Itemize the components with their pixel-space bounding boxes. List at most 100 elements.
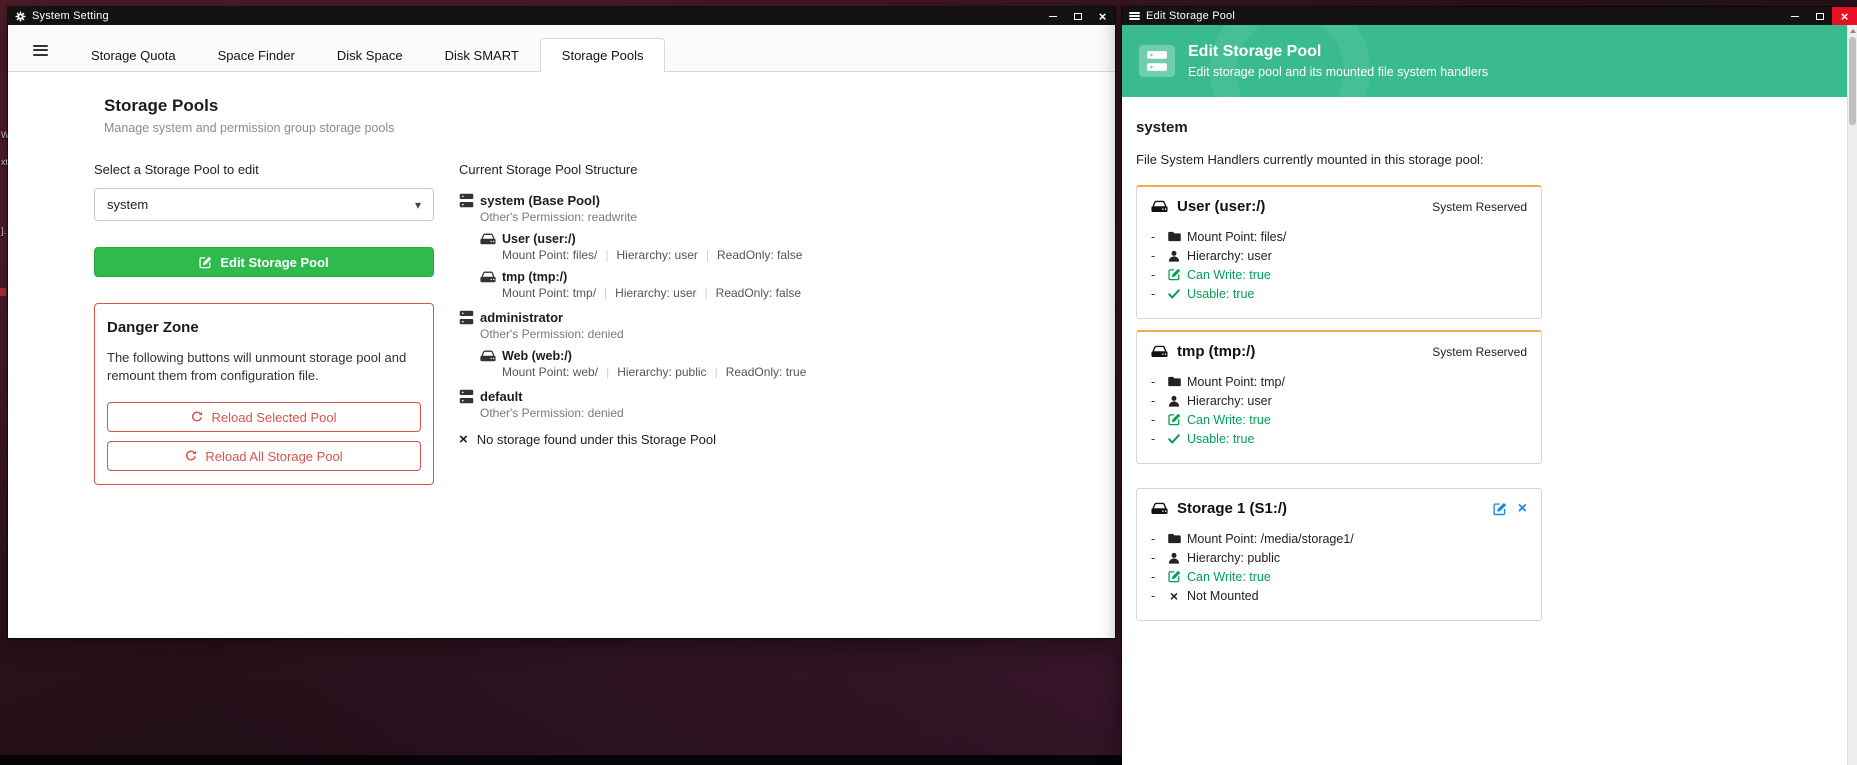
structure-title: Current Storage Pool Structure — [459, 162, 806, 177]
reload-selected-pool-button[interactable]: Reload Selected Pool — [107, 402, 421, 432]
refresh-icon — [191, 411, 203, 423]
server-icon — [1139, 45, 1175, 77]
handler-row-text: Hierarchy: public — [1187, 551, 1280, 565]
pool-permission: Other's Permission: readwrite — [480, 210, 806, 224]
times-icon: × — [459, 432, 468, 447]
system-reserved-badge: System Reserved — [1432, 200, 1527, 214]
check-icon — [1165, 289, 1183, 299]
maximize-button[interactable] — [1807, 7, 1832, 25]
menu-icon[interactable] — [33, 42, 48, 58]
folder-icon — [1165, 533, 1183, 544]
edit-pool-banner: Edit Storage Pool Edit storage pool and … — [1122, 25, 1857, 97]
hdd-icon — [1151, 200, 1168, 213]
edit-icon — [1165, 268, 1183, 281]
edit-storage-pool-label: Edit Storage Pool — [220, 255, 328, 270]
handler-row-text: Hierarchy: user — [1187, 394, 1272, 408]
handler-row: Usable: true — [1151, 429, 1527, 448]
tab-disk-smart[interactable]: Disk SMART — [424, 39, 540, 72]
handler-card-storage1: Storage 1 (S1:/) × Mount Point: /media/s… — [1136, 488, 1542, 621]
server-icon — [459, 389, 474, 404]
handler-row-text: Usable: true — [1187, 287, 1254, 301]
storage-detail: ReadOnly: true — [707, 365, 807, 379]
handler-card-tmp: tmp (tmp:/) System Reserved Mount Point:… — [1136, 330, 1542, 464]
banner-subtitle: Edit storage pool and its mounted file s… — [1188, 65, 1488, 79]
page-subtitle: Manage system and permission group stora… — [104, 121, 1115, 135]
pool-name: system (Base Pool) — [480, 193, 600, 208]
empty-pool-text: No storage found under this Storage Pool — [477, 432, 716, 447]
hdd-icon — [480, 233, 496, 245]
page-title: Storage Pools — [104, 96, 1115, 116]
pool-permission: Other's Permission: denied — [480, 327, 806, 341]
maximize-button[interactable] — [1065, 7, 1090, 25]
tab-bar: Storage Quota Space Finder Disk Space Di… — [8, 25, 1115, 72]
storage-detail: Hierarchy: public — [598, 365, 707, 379]
folder-icon — [1165, 231, 1183, 242]
danger-zone-card: Danger Zone The following buttons will u… — [94, 303, 434, 485]
handler-row: × Not Mounted — [1151, 586, 1527, 605]
handler-name: Storage 1 (S1:/) — [1177, 500, 1287, 517]
gear-icon — [15, 11, 26, 22]
danger-zone-title: Danger Zone — [107, 319, 421, 336]
desktop-icon-text-fragment: ]. — [1, 226, 6, 236]
handler-card-user: User (user:/) System Reserved Mount Poin… — [1136, 185, 1542, 319]
handler-row: Hierarchy: user — [1151, 246, 1527, 265]
unmount-handler-button[interactable]: × — [1518, 501, 1527, 517]
reload-all-pool-button[interactable]: Reload All Storage Pool — [107, 441, 421, 471]
server-icon — [459, 193, 474, 208]
storage-detail: Hierarchy: user — [597, 248, 697, 262]
reload-selected-pool-label: Reload Selected Pool — [211, 410, 336, 425]
storage-detail: ReadOnly: false — [698, 248, 803, 262]
desktop-icon — [0, 288, 6, 296]
user-icon — [1165, 395, 1183, 407]
minimize-button[interactable] — [1782, 7, 1807, 25]
scrollbar-thumb[interactable] — [1849, 37, 1856, 125]
close-button[interactable]: × — [1832, 7, 1857, 25]
tab-storage-quota[interactable]: Storage Quota — [70, 39, 197, 72]
scroll-up-arrow-icon[interactable] — [1850, 29, 1856, 33]
storage-name: User (user:/) — [502, 232, 576, 246]
tab-storage-pools[interactable]: Storage Pools — [540, 38, 666, 72]
pool-node-default: default Other's Permission: denied × No … — [459, 389, 806, 447]
edit-icon — [199, 256, 212, 269]
pool-permission: Other's Permission: denied — [480, 406, 806, 420]
storage-detail: ReadOnly: false — [697, 286, 802, 300]
handlers-description: File System Handlers currently mounted i… — [1136, 152, 1843, 167]
server-icon — [459, 310, 474, 325]
edit-storage-pool-button[interactable]: Edit Storage Pool — [94, 247, 434, 277]
user-icon — [1165, 250, 1183, 262]
handler-row-text: Hierarchy: user — [1187, 249, 1272, 263]
storage-node: Web (web:/) Mount Point: web/Hierarchy: … — [480, 349, 806, 379]
tab-disk-space[interactable]: Disk Space — [316, 39, 424, 72]
tab-space-finder[interactable]: Space Finder — [197, 39, 316, 72]
window-title: System Setting — [32, 10, 109, 22]
close-icon: × — [1841, 10, 1849, 23]
hdd-icon — [480, 350, 496, 362]
handler-row: Usable: true — [1151, 284, 1527, 303]
handler-row: Mount Point: /media/storage1/ — [1151, 529, 1527, 548]
pool-name: default — [480, 389, 523, 404]
storage-node: tmp (tmp:/) Mount Point: tmp/Hierarchy: … — [480, 270, 806, 300]
storage-detail: Mount Point: files/ — [502, 248, 597, 262]
empty-pool-message: × No storage found under this Storage Po… — [459, 432, 806, 447]
edit-handler-button[interactable] — [1493, 502, 1507, 516]
taskbar — [0, 755, 1122, 765]
titlebar: Edit Storage Pool × — [1122, 7, 1857, 25]
pool-name: administrator — [480, 310, 563, 325]
scrollbar[interactable] — [1847, 25, 1857, 765]
refresh-icon — [185, 450, 197, 462]
folder-icon — [1165, 376, 1183, 387]
edit-icon — [1165, 413, 1183, 426]
storage-pool-tree: system (Base Pool) Other's Permission: r… — [459, 193, 806, 447]
storage-detail: Mount Point: web/ — [502, 365, 598, 379]
storage-pool-select[interactable]: system ▾ — [94, 188, 434, 221]
storage-detail: Hierarchy: user — [596, 286, 696, 300]
handler-row-text: Mount Point: /media/storage1/ — [1187, 532, 1354, 546]
edit-icon — [1493, 502, 1507, 516]
pool-node-system: system (Base Pool) Other's Permission: r… — [459, 193, 806, 300]
storage-name: tmp (tmp:/) — [502, 270, 567, 284]
select-pool-label: Select a Storage Pool to edit — [94, 162, 434, 177]
close-button[interactable]: × — [1090, 7, 1115, 25]
minimize-button[interactable] — [1040, 7, 1065, 25]
storage-node: User (user:/) Mount Point: files/Hierarc… — [480, 232, 806, 262]
banner-title: Edit Storage Pool — [1188, 43, 1488, 61]
